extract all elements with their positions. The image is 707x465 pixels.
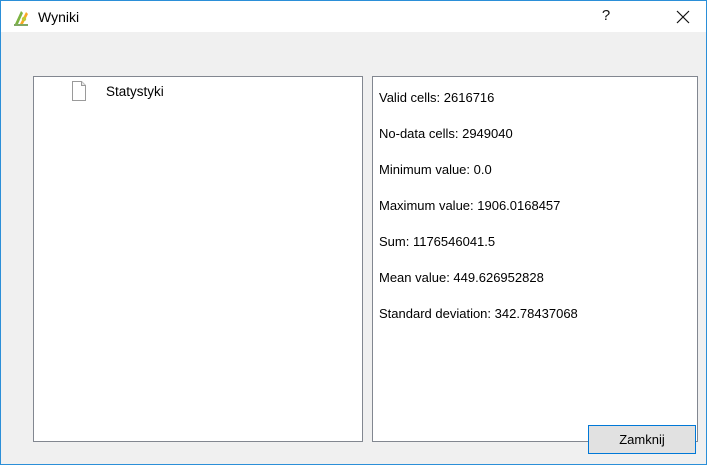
statistics-output[interactable]: Valid cells: 2616716 No-data cells: 2949… (372, 76, 698, 442)
close-icon (676, 10, 690, 24)
results-tree[interactable]: Statystyki (33, 76, 363, 442)
title-bar[interactable]: Wyniki ? (1, 0, 706, 32)
tree-item-label: Statystyki (106, 83, 164, 99)
document-icon (72, 81, 86, 101)
help-button[interactable]: ? (597, 7, 615, 27)
stat-maximum-value: Maximum value: 1906.0168457 (379, 198, 561, 213)
stat-standard-deviation: Standard deviation: 342.78437068 (379, 306, 578, 321)
window-close-button[interactable] (665, 5, 701, 29)
close-dialog-button-label: Zamknij (619, 432, 665, 447)
qgis-app-icon (14, 11, 28, 26)
stat-mean-value: Mean value: 449.626952828 (379, 270, 544, 285)
stat-valid-cells: Valid cells: 2616716 (379, 90, 495, 105)
window-title: Wyniki (38, 9, 80, 25)
stat-sum: Sum: 1176546041.5 (379, 234, 496, 249)
dialog-body: Statystyki Valid cells: 2616716 No-data … (1, 32, 706, 464)
tree-item-statystyki[interactable]: Statystyki (72, 79, 164, 103)
results-dialog: Wyniki ? Statystyki Valid cells: 2616716… (0, 0, 707, 465)
close-dialog-button[interactable]: Zamknij (588, 425, 696, 454)
stat-minimum-value: Minimum value: 0.0 (379, 162, 492, 177)
stat-no-data-cells: No-data cells: 2949040 (379, 126, 513, 141)
